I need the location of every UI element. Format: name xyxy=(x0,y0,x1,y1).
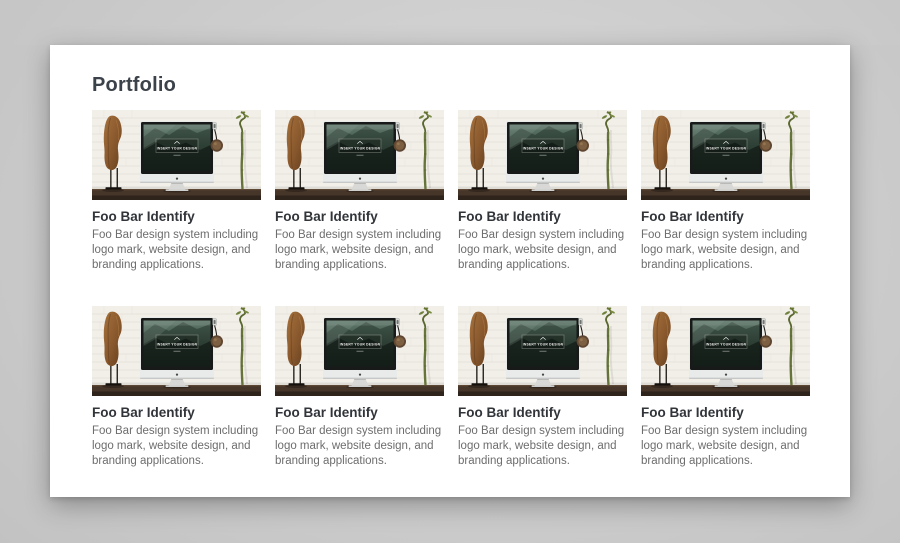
project-thumbnail[interactable] xyxy=(275,110,444,200)
project-thumbnail[interactable] xyxy=(275,306,444,396)
card-title: Foo Bar Identify xyxy=(92,405,261,420)
card-description: Foo Bar design system including logo mar… xyxy=(458,228,627,273)
card-title: Foo Bar Identify xyxy=(641,405,810,420)
card-title: Foo Bar Identify xyxy=(641,209,810,224)
card-description: Foo Bar design system including logo mar… xyxy=(641,424,810,469)
imac-desk-photo xyxy=(641,110,810,200)
portfolio-card[interactable]: Foo Bar Identify Foo Bar design system i… xyxy=(458,110,627,273)
card-description: Foo Bar design system including logo mar… xyxy=(641,228,810,273)
imac-desk-photo xyxy=(458,306,627,396)
portfolio-card[interactable]: Foo Bar Identify Foo Bar design system i… xyxy=(275,306,444,469)
page-title: Portfolio xyxy=(92,74,812,97)
card-title: Foo Bar Identify xyxy=(275,209,444,224)
portfolio-card[interactable]: Foo Bar Identify Foo Bar design system i… xyxy=(92,110,261,273)
imac-desk-photo xyxy=(458,110,627,200)
card-description: Foo Bar design system including logo mar… xyxy=(275,424,444,469)
portfolio-card[interactable]: Foo Bar Identify Foo Bar design system i… xyxy=(275,110,444,273)
imac-desk-photo xyxy=(92,110,261,200)
imac-desk-photo xyxy=(275,306,444,396)
portfolio-card[interactable]: Foo Bar Identify Foo Bar design system i… xyxy=(641,306,810,469)
project-thumbnail[interactable] xyxy=(641,110,810,200)
project-thumbnail[interactable] xyxy=(92,110,261,200)
portfolio-grid: Foo Bar Identify Foo Bar design system i… xyxy=(92,110,812,469)
portfolio-card[interactable]: Foo Bar Identify Foo Bar design system i… xyxy=(92,306,261,469)
imac-desk-photo xyxy=(641,306,810,396)
card-title: Foo Bar Identify xyxy=(458,405,627,420)
card-description: Foo Bar design system including logo mar… xyxy=(92,228,261,273)
card-description: Foo Bar design system including logo mar… xyxy=(92,424,261,469)
content-sheet: Portfolio Foo Bar Identify Foo Bar desig… xyxy=(50,45,850,497)
project-thumbnail[interactable] xyxy=(641,306,810,396)
portfolio-card[interactable]: Foo Bar Identify Foo Bar design system i… xyxy=(641,110,810,273)
imac-desk-photo xyxy=(92,306,261,396)
project-thumbnail[interactable] xyxy=(458,306,627,396)
imac-desk-photo xyxy=(275,110,444,200)
card-description: Foo Bar design system including logo mar… xyxy=(458,424,627,469)
card-description: Foo Bar design system including logo mar… xyxy=(275,228,444,273)
project-thumbnail[interactable] xyxy=(458,110,627,200)
project-thumbnail[interactable] xyxy=(92,306,261,396)
card-title: Foo Bar Identify xyxy=(275,405,444,420)
card-title: Foo Bar Identify xyxy=(92,209,261,224)
card-title: Foo Bar Identify xyxy=(458,209,627,224)
portfolio-card[interactable]: Foo Bar Identify Foo Bar design system i… xyxy=(458,306,627,469)
